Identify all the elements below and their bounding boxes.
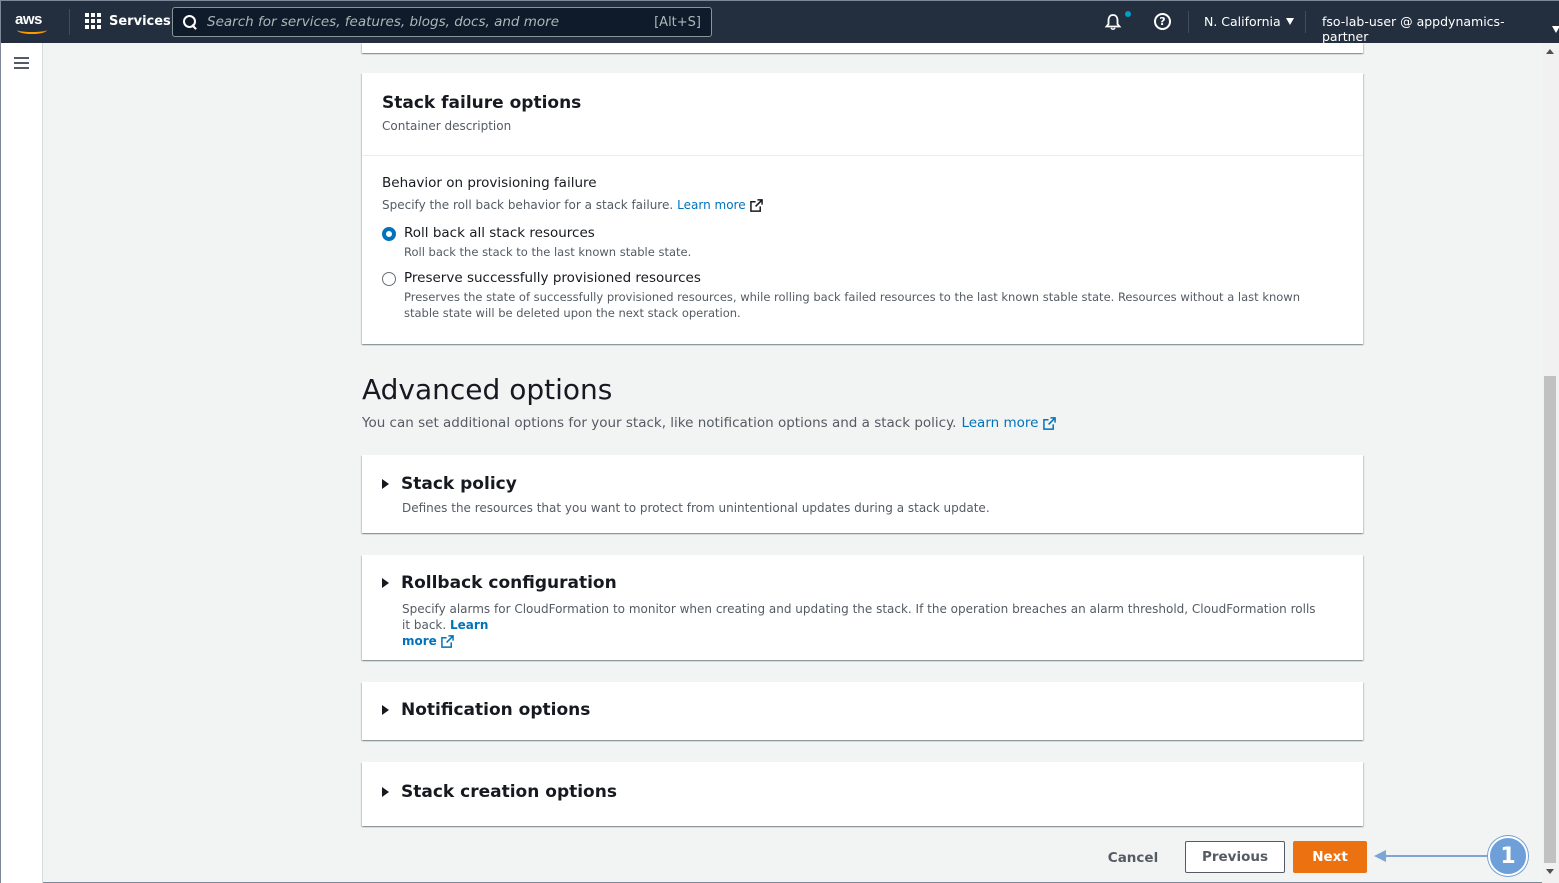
advanced-learn-more-link[interactable]: Learn more: [961, 415, 1038, 431]
annotation-line: [1385, 855, 1489, 857]
rollback-learn-link[interactable]: Learn: [450, 618, 488, 632]
rollback-more-link[interactable]: more: [402, 634, 437, 648]
notification-options-section[interactable]: Notification options: [362, 682, 1363, 740]
scroll-up-icon[interactable]: [1546, 49, 1554, 54]
learn-more-link[interactable]: Learn more: [677, 198, 745, 212]
rollback-all-radio[interactable]: [382, 227, 396, 241]
search-icon: [183, 15, 197, 29]
preserve-resources-option[interactable]: Preserve successfully provisioned resour…: [382, 270, 1343, 321]
rollback-configuration-description: Specify alarms for CloudFormation to mon…: [362, 601, 1363, 649]
stack-failure-description: Container description: [382, 119, 512, 133]
advanced-options-text: You can set additional options for your …: [362, 415, 957, 431]
notification-options-title: Notification options: [401, 700, 591, 720]
advanced-options-description: You can set additional options for your …: [362, 415, 1057, 431]
rollback-all-title: Roll back all stack resources: [404, 225, 595, 241]
behavior-help-text: Specify the roll back behavior for a sta…: [382, 198, 674, 212]
notifications-bell-icon[interactable]: [1104, 13, 1122, 31]
nav-divider: [1188, 11, 1189, 33]
top-navigation: aws Services [Alt+S] ? N. California fso…: [1, 1, 1559, 44]
cancel-button[interactable]: Cancel: [1097, 844, 1169, 872]
behavior-help: Specify the roll back behavior for a sta…: [382, 198, 1343, 212]
caret-right-icon: [382, 479, 389, 489]
services-label: Services: [109, 13, 171, 29]
scroll-thumb[interactable]: [1544, 376, 1556, 863]
side-navigation: [1, 43, 43, 883]
stack-policy-section[interactable]: Stack policy Defines the resources that …: [362, 455, 1363, 533]
caret-right-icon: [382, 705, 389, 715]
preserve-resources-description: Preserves the state of successfully prov…: [404, 290, 1301, 320]
rollback-all-option[interactable]: Roll back all stack resources Roll back …: [382, 225, 1343, 260]
previous-button[interactable]: Previous: [1185, 841, 1285, 873]
nav-divider: [69, 9, 70, 35]
stack-failure-title: Stack failure options: [382, 93, 582, 113]
account-menu[interactable]: fso-lab-user @ appdynamics-partner: [1322, 14, 1559, 44]
nav-divider: [1305, 11, 1306, 33]
external-link-icon: [749, 198, 763, 212]
notification-dot-icon: [1125, 11, 1131, 17]
external-link-icon: [1043, 416, 1057, 430]
annotation-step-badge: 1: [1488, 836, 1528, 876]
vertical-scrollbar[interactable]: [1542, 43, 1559, 883]
stack-policy-header[interactable]: Stack policy: [362, 455, 1363, 494]
stack-failure-body: Behavior on provisioning failure Specify…: [362, 156, 1363, 340]
stack-policy-description: Defines the resources that you want to p…: [402, 501, 990, 515]
services-menu-button[interactable]: Services: [85, 13, 171, 29]
rollback-configuration-text: Specify alarms for CloudFormation to mon…: [402, 602, 1316, 632]
search-shortcut-hint: [Alt+S]: [654, 14, 701, 30]
stack-failure-header: Stack failure options Container descript…: [362, 73, 1363, 156]
grid-icon: [85, 13, 101, 29]
rollback-all-description: Roll back the stack to the last known st…: [404, 245, 692, 259]
preserve-resources-radio[interactable]: [382, 272, 396, 286]
hamburger-menu-icon[interactable]: [14, 57, 29, 69]
caret-right-icon: [382, 578, 389, 588]
stack-creation-options-section[interactable]: Stack creation options: [362, 762, 1363, 826]
rollback-configuration-header[interactable]: Rollback configuration: [362, 555, 1363, 593]
caret-down-icon: [1552, 25, 1559, 33]
account-label: fso-lab-user @ appdynamics-partner: [1322, 14, 1505, 44]
stack-creation-options-title: Stack creation options: [401, 782, 617, 802]
stack-creation-options-header[interactable]: Stack creation options: [362, 762, 1363, 802]
search-bar[interactable]: [Alt+S]: [172, 7, 712, 37]
rollback-configuration-section[interactable]: Rollback configuration Specify alarms fo…: [362, 555, 1363, 660]
preserve-resources-title: Preserve successfully provisioned resour…: [404, 270, 701, 286]
region-label: N. California: [1204, 14, 1281, 29]
notification-options-header[interactable]: Notification options: [362, 682, 1363, 720]
caret-right-icon: [382, 787, 389, 797]
search-input[interactable]: [207, 14, 655, 30]
behavior-label: Behavior on provisioning failure: [382, 175, 597, 191]
advanced-options-title: Advanced options: [362, 373, 613, 406]
caret-down-icon: [1285, 18, 1294, 25]
previous-section-panel: [362, 43, 1363, 53]
help-icon[interactable]: ?: [1154, 13, 1171, 30]
next-button[interactable]: Next: [1293, 841, 1367, 873]
scroll-down-icon[interactable]: [1546, 869, 1554, 874]
stack-failure-options-panel: Stack failure options Container descript…: [362, 73, 1363, 344]
external-link-icon: [440, 635, 454, 648]
rollback-configuration-title: Rollback configuration: [401, 573, 617, 593]
aws-smile-icon: [17, 26, 47, 34]
aws-logo[interactable]: aws: [15, 9, 55, 35]
region-selector[interactable]: N. California: [1204, 14, 1294, 29]
stack-policy-title: Stack policy: [401, 474, 517, 494]
